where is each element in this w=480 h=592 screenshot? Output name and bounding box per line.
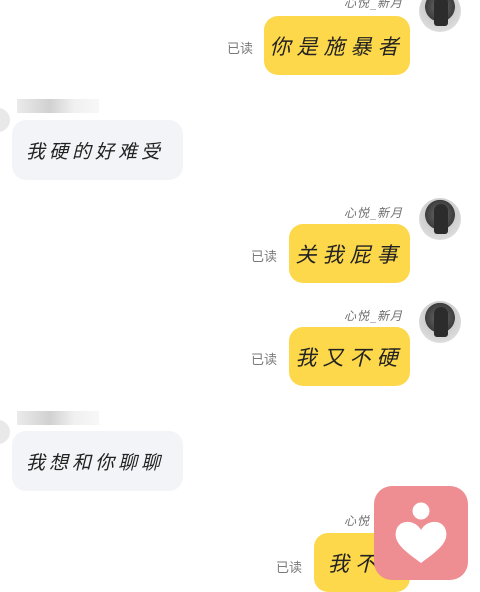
sender-name: 心悦_新月 (344, 206, 404, 220)
message-bubble-outgoing[interactable]: 我又不硬 (289, 327, 410, 386)
heart-icon (395, 502, 447, 563)
message-bubble-incoming[interactable]: 我硬的好难受 (12, 120, 183, 180)
message-bubble-outgoing[interactable]: 你是施暴者 (264, 16, 410, 75)
read-status: 已读 (251, 353, 278, 368)
contact-name-blurred (17, 99, 99, 113)
sender-name: 心悦_新月 (344, 0, 404, 10)
read-status: 已读 (227, 42, 254, 57)
contact-avatar[interactable] (0, 108, 10, 132)
user-avatar[interactable] (419, 198, 461, 240)
message-bubble-incoming[interactable]: 我想和你聊聊 (12, 431, 183, 491)
message-bubble-outgoing[interactable]: 关我屁事 (289, 224, 410, 283)
read-status: 已读 (276, 561, 303, 576)
user-avatar[interactable] (419, 301, 461, 343)
sender-name: 心悦_新月 (344, 309, 404, 323)
contact-avatar[interactable] (0, 420, 10, 444)
heart-app-button[interactable] (374, 486, 468, 580)
contact-name-blurred (17, 411, 99, 425)
sender-name: 心悦 (344, 514, 371, 528)
read-status: 已读 (251, 250, 278, 265)
user-avatar[interactable] (419, 0, 461, 32)
